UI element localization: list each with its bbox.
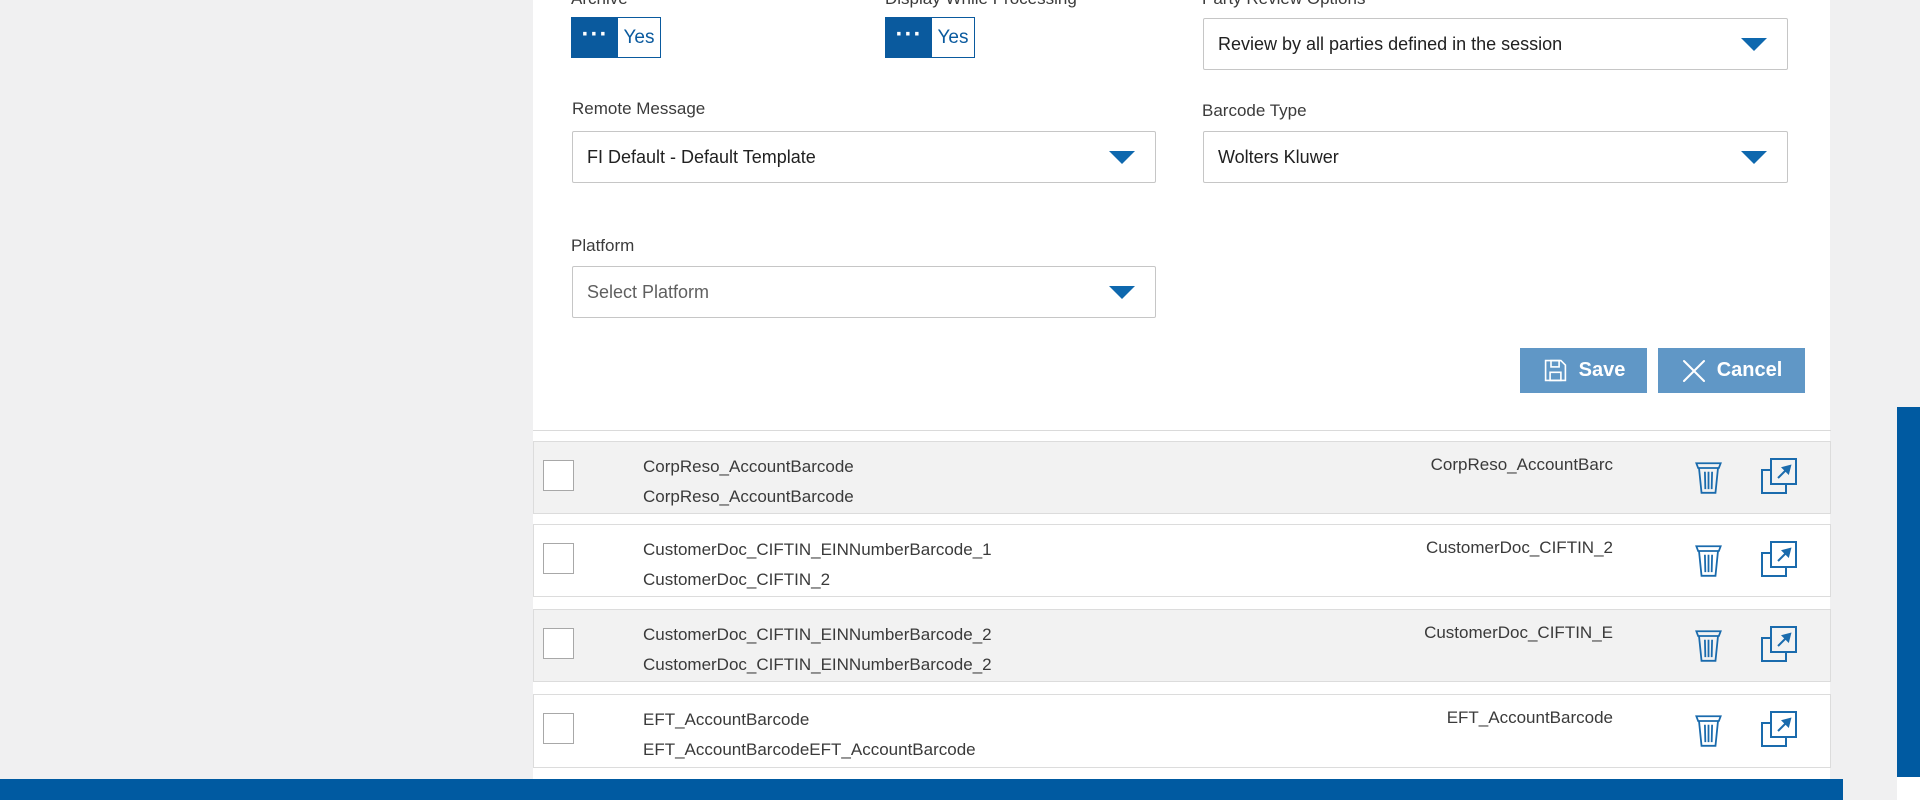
barcode-description: CustomerDoc_CIFTIN_EINNumberBarcode_2 [643,650,992,680]
barcode-name: CorpReso_AccountBarcode [643,452,854,482]
open-in-new-icon [1758,455,1800,497]
section-divider [533,430,1831,431]
barcode-name-cell: CustomerDoc_CIFTIN_EINNumberBarcode_2 Cu… [643,620,992,680]
open-in-new-icon [1758,708,1800,750]
barcode-type-value: Wolters Kluwer [1218,147,1339,168]
platform-dropdown[interactable]: Select Platform [572,266,1156,318]
barcode-name-cell: EFT_AccountBarcode EFT_AccountBarcodeEFT… [643,705,976,765]
archive-toggle-value: Yes [618,18,660,57]
table-row: CustomerDoc_CIFTIN_EINNumberBarcode_1 Cu… [533,524,1831,597]
page: Archive Display While Processing Party R… [0,0,1920,800]
toggle-handle-icon[interactable]: ··· [886,18,932,57]
chevron-down-icon [1741,38,1767,51]
row-checkbox[interactable] [543,460,574,491]
barcode-description: CorpReso_AccountBarcode [643,482,854,512]
party-review-options-label: Party Review Options [1202,0,1365,9]
scrollbar-thumb[interactable] [1897,407,1920,777]
barcode-name: CustomerDoc_CIFTIN_EINNumberBarcode_1 [643,535,992,565]
table-row: CustomerDoc_CIFTIN_EINNumberBarcode_2 Cu… [533,609,1831,682]
chevron-down-icon [1741,151,1767,164]
open-button[interactable] [1758,538,1800,583]
party-review-options-value: Review by all parties defined in the ses… [1218,34,1562,55]
barcode-type-cell: EFT_AccountBarcode [1447,708,1613,728]
delete-button[interactable] [1692,541,1725,582]
platform-label: Platform [571,236,634,256]
chevron-down-icon [1109,286,1135,299]
toggle-handle-icon[interactable]: ··· [572,18,618,57]
cancel-button-label: Cancel [1717,359,1783,382]
trash-icon [1692,458,1725,496]
platform-placeholder: Select Platform [587,282,709,303]
barcode-name: CustomerDoc_CIFTIN_EINNumberBarcode_2 [643,620,992,650]
cancel-button[interactable]: Cancel [1658,348,1805,393]
remote-message-label: Remote Message [572,99,705,119]
bottom-bar [0,779,1843,800]
barcode-type-dropdown[interactable]: Wolters Kluwer [1203,131,1788,183]
remote-message-value: FI Default - Default Template [587,147,816,168]
row-checkbox[interactable] [543,543,574,574]
cancel-x-icon [1681,358,1707,384]
display-while-processing-label: Display While Processing [885,0,1077,9]
barcode-type-cell: CustomerDoc_CIFTIN_E [1424,623,1613,643]
archive-toggle[interactable]: ··· Yes [571,17,661,58]
barcode-name: EFT_AccountBarcode [643,705,976,735]
save-floppy-icon [1542,357,1569,384]
open-button[interactable] [1758,708,1800,753]
row-checkbox[interactable] [543,628,574,659]
row-checkbox[interactable] [543,713,574,744]
open-button[interactable] [1758,455,1800,500]
trash-icon [1692,711,1725,749]
barcode-type-cell: CustomerDoc_CIFTIN_2 [1426,538,1613,558]
barcode-description: EFT_AccountBarcodeEFT_AccountBarcode [643,735,976,765]
display-while-processing-toggle[interactable]: ··· Yes [885,17,975,58]
delete-button[interactable] [1692,711,1725,752]
barcode-type-cell: CorpReso_AccountBarc [1431,455,1613,475]
barcode-name-cell: CorpReso_AccountBarcode CorpReso_Account… [643,452,854,512]
trash-icon [1692,626,1725,664]
table-row: EFT_AccountBarcode EFT_AccountBarcodeEFT… [533,694,1831,768]
barcode-type-label: Barcode Type [1202,101,1307,121]
open-in-new-icon [1758,538,1800,580]
delete-button[interactable] [1692,458,1725,499]
delete-button[interactable] [1692,626,1725,667]
scrollbar-track [1897,777,1920,800]
open-in-new-icon [1758,623,1800,665]
save-button-label: Save [1579,359,1626,382]
barcode-description: CustomerDoc_CIFTIN_2 [643,565,992,595]
archive-label: Archive [571,0,628,9]
chevron-down-icon [1109,151,1135,164]
remote-message-dropdown[interactable]: FI Default - Default Template [572,131,1156,183]
party-review-options-dropdown[interactable]: Review by all parties defined in the ses… [1203,18,1788,70]
left-margin [0,0,534,800]
trash-icon [1692,541,1725,579]
display-while-processing-toggle-value: Yes [932,18,974,57]
save-button[interactable]: Save [1520,348,1647,393]
open-button[interactable] [1758,623,1800,668]
table-row: CorpReso_AccountBarcode CorpReso_Account… [533,441,1831,514]
barcode-name-cell: CustomerDoc_CIFTIN_EINNumberBarcode_1 Cu… [643,535,992,595]
